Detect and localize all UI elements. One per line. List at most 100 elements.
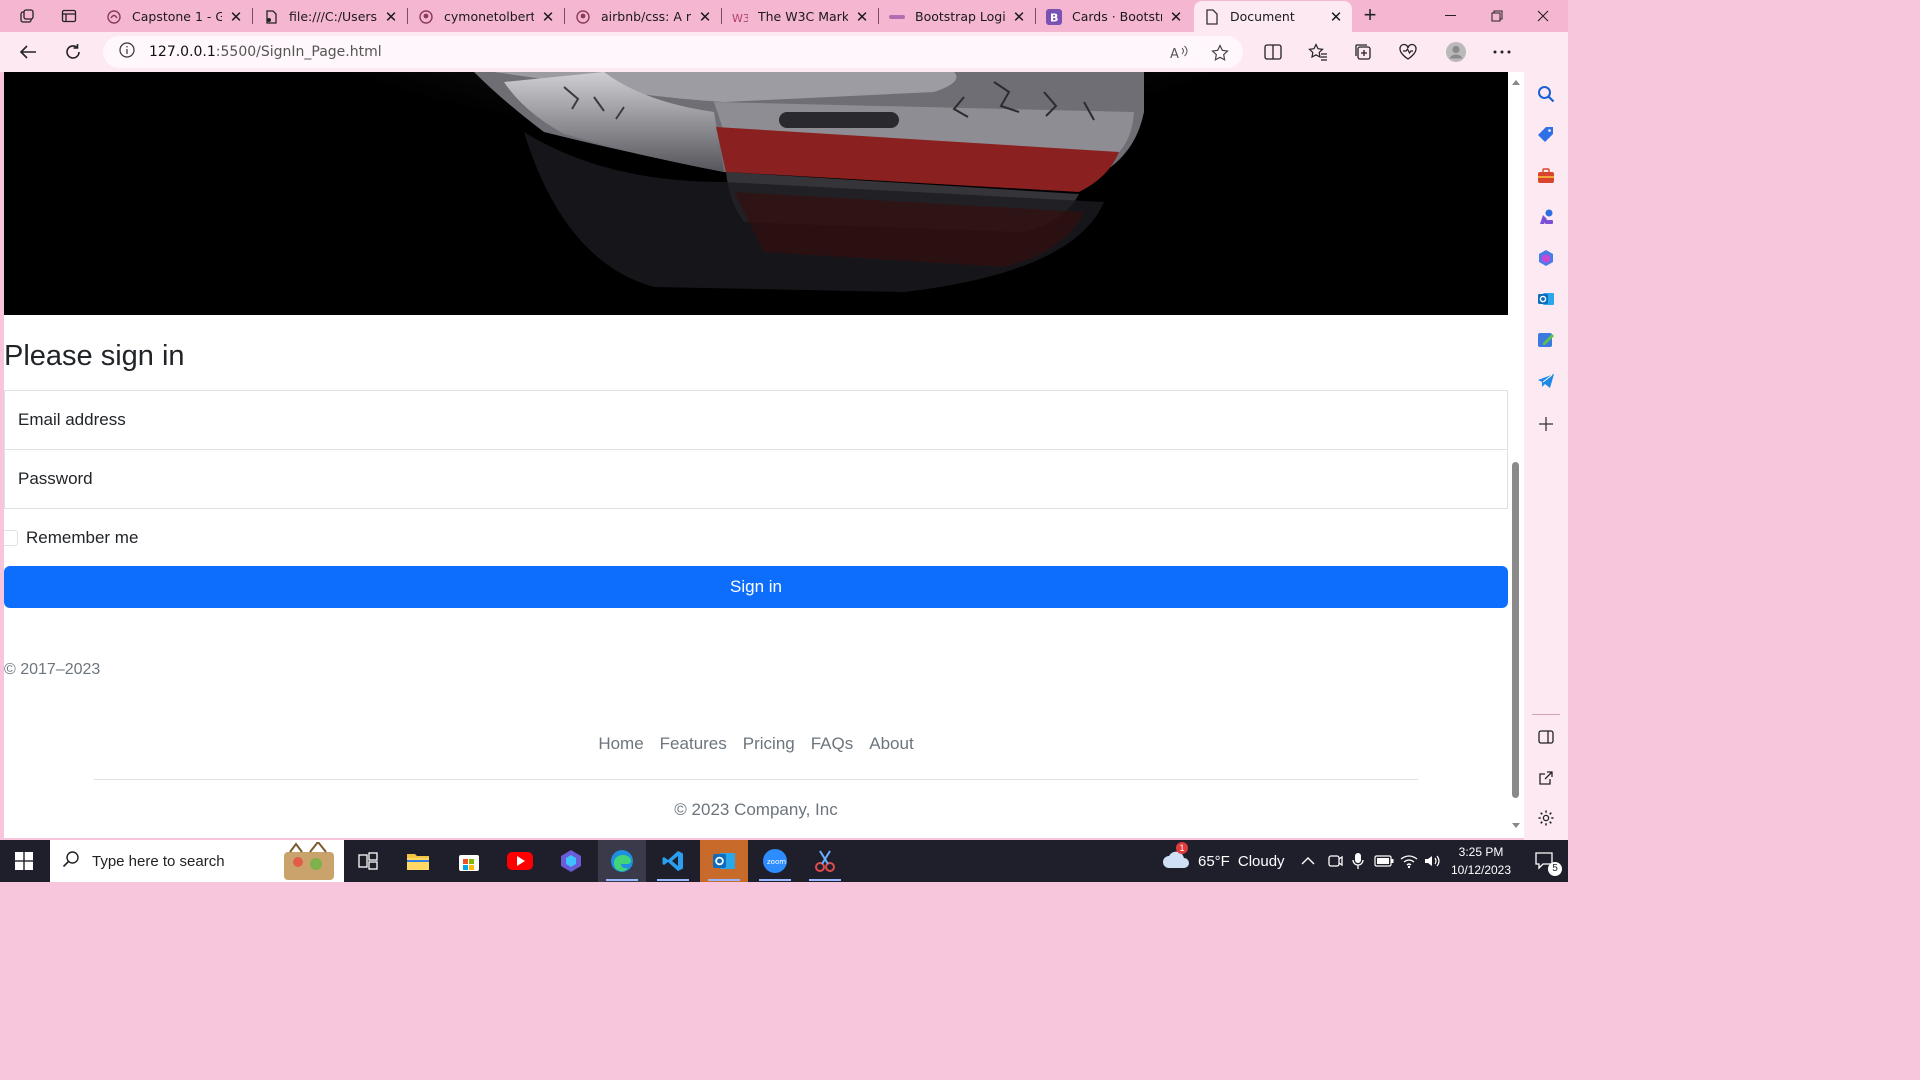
address-bar[interactable]: 127.0.0.1:5500/SignIn_Page.html A [103,36,1243,68]
taskbar-search-box[interactable]: Type here to search [50,840,344,882]
close-tab-icon[interactable]: ✕ [540,8,556,26]
scrollbar-thumb[interactable] [1512,462,1519,798]
clock-time: 3:25 PM [1458,845,1504,859]
sign-in-button[interactable]: Sign in [4,566,1508,608]
weather-alert-badge: 1 [1176,842,1188,854]
youtube-icon[interactable] [496,840,544,882]
task-view-icon[interactable] [344,840,392,882]
favorites-icon[interactable] [1304,38,1332,66]
tab-title: cymonetolbert/e [444,9,534,24]
footer-link-home[interactable]: Home [590,734,651,754]
clock-date: 10/12/2023 [1450,863,1512,877]
sidebar-settings-gear-icon[interactable] [1534,806,1558,830]
footer-link-features[interactable]: Features [652,734,735,754]
remember-me-row[interactable]: Remember me [4,528,138,548]
split-screen-icon[interactable] [1259,38,1287,66]
email-input[interactable] [5,391,1507,449]
wifi-icon[interactable] [1400,840,1418,882]
scroll-down-arrow-icon[interactable] [1512,823,1520,828]
zoom-icon[interactable]: zoom [751,840,799,882]
read-aloud-icon[interactable]: A [1169,42,1191,64]
browser-tab[interactable]: Bootstrap Login ✕ [879,1,1035,32]
remember-me-checkbox[interactable] [4,530,18,546]
github-icon [418,9,434,25]
copyright-text: © 2017–2023 [4,661,101,678]
sidebar-divider [1532,714,1560,715]
page-viewport: Please sign in Remember me Sign in © 201… [4,72,1508,838]
copilot-app-icon[interactable] [547,840,595,882]
snipping-tool-icon[interactable] [801,840,849,882]
outlook-icon[interactable] [1534,287,1558,311]
close-tab-icon[interactable]: ✕ [854,8,870,26]
favorite-star-icon[interactable] [1209,42,1231,64]
browser-tab[interactable]: file:///C:/Users/S ✕ [253,1,407,32]
shopping-tag-icon[interactable] [1534,123,1558,147]
weather-widget[interactable]: 1 65°F Cloudy [1162,840,1285,882]
taskbar-clock[interactable]: 3:25 PM 10/12/2023 [1440,843,1522,879]
tab-title: Cards · Bootstrap [1072,9,1162,24]
email-field[interactable] [4,390,1508,450]
profile-avatar[interactable] [1442,38,1470,66]
browser-tab[interactable]: airbnb/css: A mo ✕ [565,1,721,32]
drop-icon[interactable] [1534,328,1558,352]
close-tab-icon[interactable]: ✕ [1328,8,1344,26]
notifications-icon[interactable]: 5 [1524,840,1568,882]
battery-icon[interactable] [1374,840,1394,882]
scroll-up-arrow-icon[interactable] [1512,80,1520,85]
close-window-icon[interactable] [1520,0,1566,32]
telegram-send-icon[interactable] [1534,369,1558,393]
microsoft-store-icon[interactable] [445,840,493,882]
microphone-icon[interactable] [1352,840,1364,882]
browser-tab[interactable]: Capstone 1 - Git ✕ [96,1,252,32]
workspaces-icon[interactable] [12,4,42,28]
search-highlight-picnic-icon[interactable] [276,840,342,884]
password-field[interactable] [4,449,1508,509]
close-tab-icon[interactable]: ✕ [228,8,244,26]
file-explorer-icon[interactable] [394,840,442,882]
tab-title: The W3C Marku [758,9,848,24]
refresh-icon[interactable] [59,38,87,66]
meet-now-icon[interactable] [1327,840,1343,882]
git-icon [106,9,122,25]
games-icon[interactable] [1534,205,1558,229]
show-hidden-icons-chevron-icon[interactable] [1300,840,1316,882]
back-icon[interactable] [14,38,42,66]
microsoft-365-icon[interactable] [1534,246,1558,270]
site-info-icon[interactable] [119,42,135,62]
vscode-icon[interactable] [649,840,697,882]
footer-link-pricing[interactable]: Pricing [735,734,803,754]
restore-icon[interactable] [1474,0,1520,32]
page-scrollbar[interactable] [1508,72,1524,838]
browser-tab[interactable]: cymonetolbert/e ✕ [408,1,564,32]
new-tab-icon[interactable]: + [1358,4,1382,28]
hide-sidebar-icon[interactable] [1534,725,1558,749]
close-tab-icon[interactable]: ✕ [383,8,399,26]
browser-essentials-icon[interactable] [1394,38,1422,66]
browser-tab-active[interactable]: Document ✕ [1194,1,1352,32]
footer-copyright: © 2023 Company, Inc [674,800,838,819]
footer-link-about[interactable]: About [861,734,921,754]
footer-link-faqs[interactable]: FAQs [803,734,862,754]
volume-icon[interactable] [1424,840,1440,882]
collections-icon[interactable] [1349,38,1377,66]
bootstrap-icon: B [1046,8,1062,25]
browser-tab[interactable]: W3 The W3C Marku ✕ [722,1,878,32]
outlook-app-icon[interactable] [700,840,748,882]
tools-briefcase-icon[interactable] [1534,164,1558,188]
close-tab-icon[interactable]: ✕ [1168,8,1184,26]
close-tab-icon[interactable]: ✕ [697,8,713,26]
weather-desc: Cloudy [1237,852,1285,870]
minimize-icon[interactable] [1428,0,1474,32]
close-tab-icon[interactable]: ✕ [1011,8,1027,26]
edge-browser-icon[interactable] [598,840,646,882]
more-options-icon[interactable] [1488,38,1516,66]
tab-strip: Capstone 1 - Git ✕ file:///C:/Users/S ✕ … [0,0,1568,32]
search-icon[interactable] [1534,82,1558,106]
browser-tab[interactable]: B Cards · Bootstrap ✕ [1036,1,1192,32]
add-sidebar-app-icon[interactable] [1534,412,1558,436]
open-external-icon[interactable] [1534,766,1558,790]
password-input[interactable] [5,450,1507,508]
windows-start-icon[interactable] [0,840,48,882]
tab-actions-icon[interactable] [54,4,84,28]
remember-me-label[interactable]: Remember me [26,528,138,548]
